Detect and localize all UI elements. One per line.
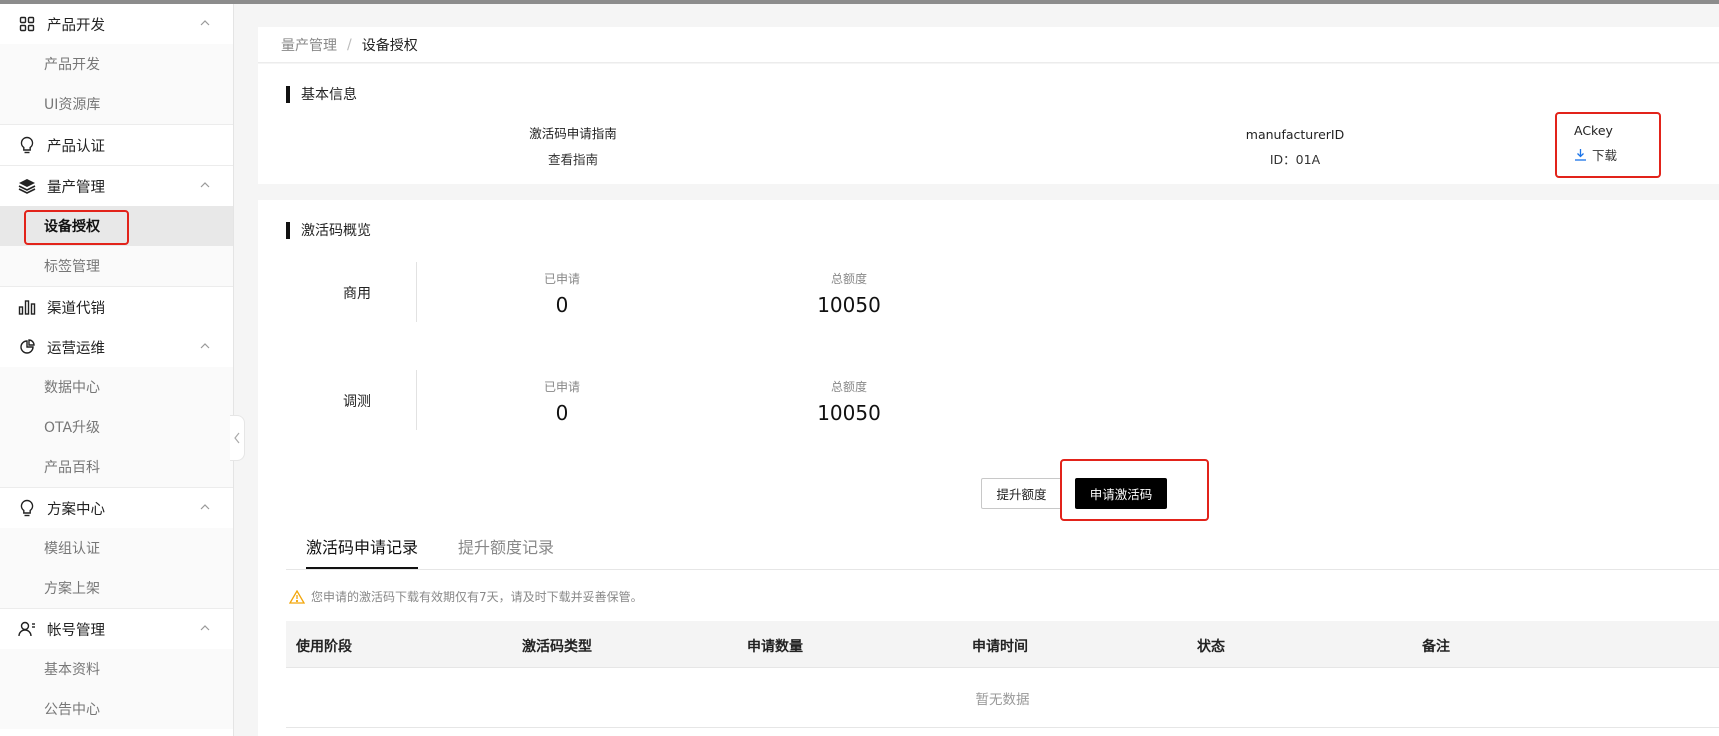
lightbulb-icon [17,135,37,155]
manufacturer-id: ID：01A [1269,152,1321,167]
stat-value: 10050 [817,293,881,317]
row-label-debug: 调测 [343,394,371,410]
sidebar-group-channel[interactable]: 渠道代销 [0,287,233,327]
sidebar-group-label: 产品认证 [47,138,105,155]
sidebar-item-device-auth[interactable]: 设备授权 [0,206,233,246]
pie-chart-icon [17,337,37,357]
sidebar-group-product-cert[interactable]: 产品认证 [0,125,233,165]
title-bar [286,221,290,239]
column-header: 备注 [1422,639,1450,655]
chevron-up-icon [200,182,210,188]
sidebar-group-label: 方案中心 [47,501,105,518]
sidebar-group-label: 运营运维 [47,340,105,357]
sidebar-item-announcements[interactable]: 公告中心 [0,689,233,729]
sidebar-group-solutions[interactable]: 方案中心 [0,488,233,528]
sidebar-group-product-dev[interactable]: 产品开发 [0,4,233,44]
grid-icon [17,14,37,34]
sidebar-item-module-cert[interactable]: 模组认证 [0,528,233,568]
breadcrumb-parent[interactable]: 量产管理 [281,35,337,55]
stat-total-debug: 总额度 10050 [789,378,909,425]
tab-quota-records[interactable]: 提升额度记录 [458,534,554,558]
basic-info-card: 基本信息 激活码申请指南 查看指南 manufacturerID ID：01A … [258,64,1719,184]
chevron-up-icon [200,343,210,349]
validity-notice: 您申请的激活码下载有效期仅有7天，请及时下载并妥善保管。 [289,588,643,605]
breadcrumb: 量产管理 / 设备授权 [258,27,1719,63]
sidebar-collapse-handle[interactable] [230,415,245,461]
stat-applied-commercial: 已申请 0 [502,270,622,317]
breadcrumb-current: 设备授权 [361,37,418,54]
table-empty-state: 暂无数据 [286,668,1719,728]
section-title-text: 激活码概览 [301,223,371,239]
guide-label: 激活码申请指南 [529,126,617,141]
download-text: 下载 [1592,148,1618,163]
sidebar-item-solution-publish[interactable]: 方案上架 [0,568,233,608]
view-guide-link[interactable]: 查看指南 [488,149,658,168]
warning-icon [289,589,305,604]
download-icon [1575,149,1586,161]
stat-label: 总额度 [830,380,867,394]
table-header: 使用阶段 激活码类型 申请数量 申请时间 状态 备注 [286,621,1719,668]
tab-active-underline [306,567,418,569]
column-header: 申请时间 [972,639,1028,655]
sidebar-item-product-dev[interactable]: 产品开发 [0,44,233,84]
sidebar: 产品开发 产品开发 UI资源库 产品认证 量产管理 设备授权 标签管理 渠道代销… [0,4,234,736]
column-header: 申请数量 [747,639,803,655]
breadcrumb-separator: / [347,36,352,53]
stat-value: 0 [555,293,569,317]
stat-value: 10050 [817,401,881,425]
chevron-up-icon [200,20,210,26]
sidebar-item-label-mgmt[interactable]: 标签管理 [0,246,233,286]
section-title-text: 基本信息 [301,87,357,103]
stat-total-commercial: 总额度 10050 [789,270,909,317]
sidebar-item-data-center[interactable]: 数据中心 [0,367,233,407]
sidebar-group-mass-production[interactable]: 量产管理 [0,166,233,206]
sidebar-item-ota[interactable]: OTA升级 [0,407,233,447]
sidebar-group-label: 量产管理 [47,179,105,196]
row-divider [416,262,417,322]
stat-label: 已申请 [543,380,580,394]
lightbulb-icon [17,498,37,518]
sidebar-group-account[interactable]: 帐号管理 [0,609,233,649]
raise-quota-button[interactable]: 提升额度 [981,478,1062,509]
stat-applied-debug: 已申请 0 [502,378,622,425]
user-icon [17,619,37,639]
sidebar-group-label: 产品开发 [47,17,105,34]
stat-label: 已申请 [543,272,580,286]
title-bar [286,85,290,103]
column-header: 激活码类型 [522,639,592,655]
ackey-label: ACkey [1574,123,1613,138]
manufacturer-label: manufacturerID [1245,127,1345,142]
sidebar-item-ui-library[interactable]: UI资源库 [0,84,233,124]
notice-text: 您申请的激活码下载有效期仅有7天，请及时下载并妥善保管。 [311,590,643,604]
sidebar-item-product-wiki[interactable]: 产品百科 [0,447,233,487]
manufacturer-info: manufacturerID ID：01A [1220,127,1370,168]
stat-value: 0 [555,401,569,425]
record-tabs: 激活码申请记录 提升额度记录 [286,522,1719,570]
column-header: 状态 [1197,639,1225,655]
ackey-download-link[interactable]: 下载 [1574,145,1644,164]
top-progress-bar [0,0,1719,4]
bar-chart-icon [17,297,37,317]
row-label-commercial: 商用 [343,286,371,302]
row-divider [416,370,417,430]
apply-activation-code-button[interactable]: 申请激活码 [1075,478,1167,509]
sidebar-group-operations[interactable]: 运营运维 [0,327,233,367]
layers-icon [17,176,37,196]
section-title-overview: 激活码概览 [286,220,371,240]
ackey-info: ACkey 下载 [1574,123,1644,164]
chevron-left-icon [234,432,240,444]
chevron-up-icon [200,625,210,631]
sidebar-group-label: 帐号管理 [47,622,105,639]
column-header: 使用阶段 [296,639,352,655]
sidebar-group-label: 渠道代销 [47,300,105,317]
tab-apply-records[interactable]: 激活码申请记录 [306,534,418,558]
stat-label: 总额度 [830,272,867,286]
guide-info: 激活码申请指南 查看指南 [488,123,658,168]
sidebar-item-profile[interactable]: 基本资料 [0,649,233,689]
section-title-basic: 基本信息 [286,84,357,104]
chevron-up-icon [200,504,210,510]
